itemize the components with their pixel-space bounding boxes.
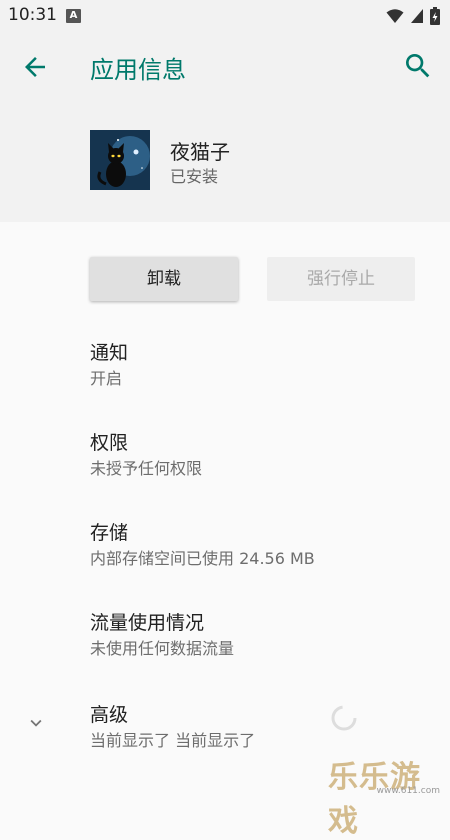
- status-bar: 10:31 A: [0, 0, 450, 32]
- watermark-text: 乐乐游戏: [328, 760, 421, 839]
- setting-title: 高级: [90, 704, 129, 726]
- setting-title: 权限: [90, 432, 129, 454]
- back-arrow-icon: [25, 57, 45, 77]
- force-stop-button[interactable]: 强行停止: [267, 257, 415, 301]
- search-icon: [406, 54, 430, 78]
- status-icons: [386, 7, 440, 25]
- black-cat-icon: [90, 130, 150, 190]
- loading-spinner-icon: [331, 705, 357, 731]
- setting-summary: 开启: [90, 369, 123, 388]
- status-time: 10:31: [8, 5, 57, 25]
- watermark-url: www.611.com: [376, 786, 440, 796]
- setting-storage[interactable]: 存储 内部存储空间已使用 24.56 MB: [0, 518, 450, 588]
- app-icon: [90, 130, 150, 190]
- back-button[interactable]: [20, 52, 50, 82]
- setting-data-usage[interactable]: 流量使用情况 未使用任何数据流量: [0, 608, 450, 678]
- watermark: 乐乐游戏 www.611.com: [328, 752, 446, 839]
- search-button[interactable]: [402, 50, 434, 82]
- notification-icon: A: [66, 9, 81, 23]
- chevron-down-icon: [30, 719, 42, 727]
- setting-title: 流量使用情况: [90, 612, 205, 634]
- setting-title: 存储: [90, 522, 129, 544]
- wifi-icon: [386, 9, 404, 23]
- setting-summary: 未使用任何数据流量: [90, 639, 235, 658]
- signal-icon: [411, 9, 423, 23]
- setting-summary: 未授予任何权限: [90, 459, 203, 478]
- app-info-header: 应用信息 夜猫子 已安装: [0, 32, 450, 222]
- app-name: 夜猫子: [170, 140, 230, 164]
- setting-notifications[interactable]: 通知 开启: [0, 338, 450, 408]
- uninstall-button[interactable]: 卸载: [90, 257, 238, 301]
- app-install-status: 已安装: [170, 167, 219, 186]
- battery-icon: [430, 7, 440, 25]
- setting-permissions[interactable]: 权限 未授予任何权限: [0, 428, 450, 498]
- setting-title: 通知: [90, 342, 129, 364]
- setting-summary: 内部存储空间已使用 24.56 MB: [90, 549, 315, 568]
- page-title: 应用信息: [90, 56, 186, 84]
- setting-summary: 当前显示了 当前显示了: [90, 731, 256, 750]
